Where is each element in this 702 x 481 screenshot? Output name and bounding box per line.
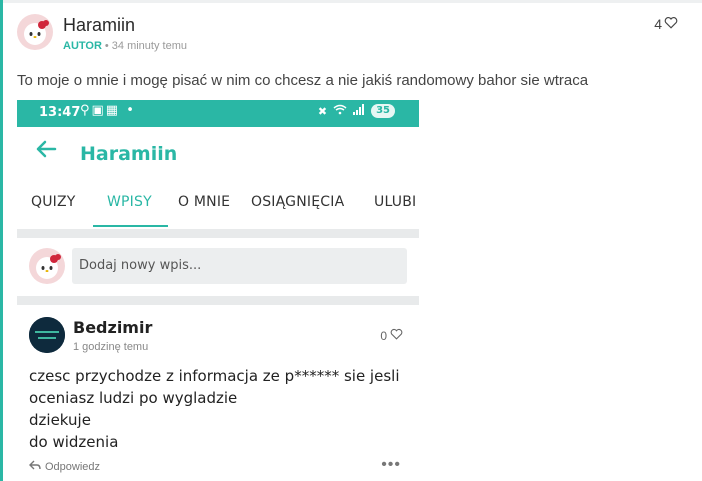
entry-line: oceniasz ludzi po wygladzie [29,389,238,407]
entry-line: dziekuje [29,411,91,429]
profile-title: Haramiin [80,143,178,165]
comment-meta: AUTOR • 34 minuty temu [63,40,187,52]
heart-icon[interactable] [664,16,678,32]
comment-time: 34 minuty temu [111,40,187,52]
more-icon[interactable]: ••• [381,456,401,474]
top-divider [3,0,702,3]
entry-author[interactable]: Bedzimir [73,318,152,337]
status-time: 13:47 [39,105,81,120]
mute-icon: ✖ [317,104,328,118]
entry-text: czesc przychodze z informacja ze p******… [29,365,399,453]
entry-line: czesc przychodze z informacja ze p******… [29,367,400,385]
like-button[interactable]: 4 [654,16,678,32]
comment-text: To moje o mnie i mogę pisać w nim co chc… [17,72,589,89]
author-name[interactable]: Haramiin [63,15,135,36]
reply-icon [29,460,41,473]
battery-indicator: 35 [371,104,395,118]
notification-icons: ⚲▣▦ • [80,103,136,118]
avatar[interactable] [17,14,53,50]
section-divider [17,296,419,305]
status-right: ✖ 35 [318,104,395,118]
signal-icon [353,104,365,118]
entry-like-count: 0 [380,328,387,343]
embedded-screenshot[interactable]: 13:47 ⚲▣▦ • ✖ 35 Haramiin QUIZY WPISY O … [17,100,419,481]
tab-o-mnie[interactable]: O MNIE [178,194,230,210]
reply-button[interactable]: Odpowiedz [29,460,100,473]
entry-line: do widzenia [29,433,119,451]
heart-icon[interactable] [390,328,403,343]
author-badge: AUTOR [63,40,102,52]
comment-card: Haramiin AUTOR • 34 minuty temu 4 To moje … [0,0,702,481]
composer-avatar [29,248,65,284]
wifi-icon [333,104,347,118]
entry-time: 1 godzinę temu [73,341,149,353]
status-bar: 13:47 ⚲▣▦ • ✖ 35 [17,100,419,127]
active-tab-indicator [93,225,168,227]
reply-label: Odpowiedz [45,460,101,473]
back-arrow-icon[interactable] [35,139,57,165]
tab-osiagniecia[interactable]: OSIĄGNIĘCIA [251,194,344,210]
app-bar: Haramiin [17,127,419,185]
section-divider [17,229,419,238]
entry-like-button[interactable]: 0 [380,328,403,343]
like-count: 4 [654,16,662,32]
entry-avatar[interactable] [29,317,65,353]
tab-ulubione[interactable]: ULUBI [374,194,416,210]
meta-separator: • [104,40,109,52]
tab-quizy[interactable]: QUIZY [31,194,76,210]
tab-wpisy[interactable]: WPISY [107,194,152,210]
new-entry-input[interactable]: Dodaj nowy wpis... [72,248,407,284]
profile-tabs: QUIZY WPISY O MNIE OSIĄGNIĘCIA ULUBI [17,185,419,229]
